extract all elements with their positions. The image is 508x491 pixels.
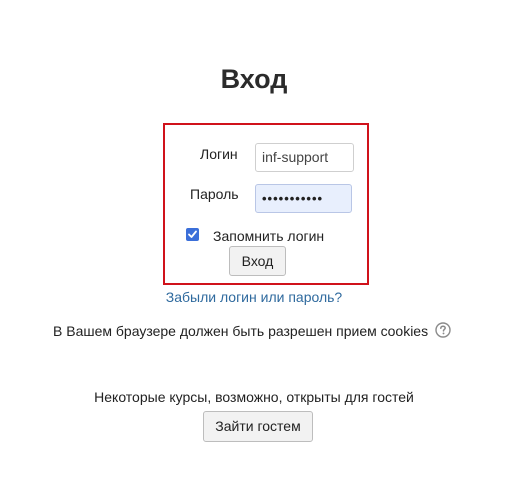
remember-login-checkbox[interactable] bbox=[186, 228, 199, 241]
guest-access-note: Некоторые курсы, возможно, открыты для г… bbox=[94, 389, 414, 405]
forgot-password-link[interactable]: Забыли логин или пароль? bbox=[0, 289, 508, 305]
login-label: Логин bbox=[200, 146, 238, 162]
guest-login-button[interactable]: Зайти гостем bbox=[203, 411, 313, 442]
cookies-notice: В Вашем браузере должен быть разрешен пр… bbox=[53, 323, 429, 339]
page-title: Вход bbox=[220, 64, 288, 94]
help-icon[interactable] bbox=[435, 322, 451, 338]
password-label: Пароль bbox=[190, 186, 239, 202]
login-button[interactable]: Вход bbox=[229, 246, 286, 276]
login-input[interactable]: inf-support bbox=[255, 143, 354, 172]
remember-login-label[interactable]: Запомнить логин bbox=[213, 228, 324, 244]
forgot-password-link-text[interactable]: Забыли логин или пароль? bbox=[166, 289, 342, 305]
password-input[interactable]: ••••••••••• bbox=[255, 184, 352, 213]
checkmark-icon bbox=[188, 230, 197, 238]
